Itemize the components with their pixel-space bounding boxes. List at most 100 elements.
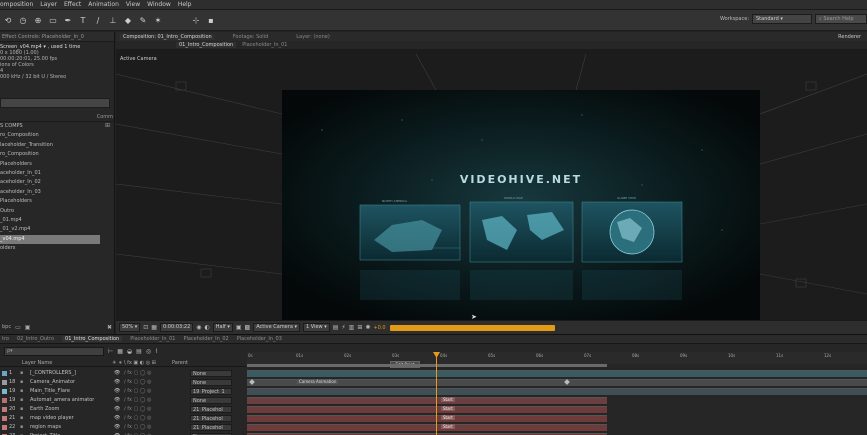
menu-composition[interactable]: omposition xyxy=(0,0,33,10)
start-marker[interactable]: Start xyxy=(441,397,455,402)
exposure-value[interactable]: +0.0 xyxy=(373,325,385,331)
renderer-label[interactable]: Renderer xyxy=(838,34,861,40)
layer-name[interactable]: Automat_amera animator xyxy=(30,396,112,405)
frame-blending-icon[interactable]: ▤ xyxy=(136,348,142,355)
label-color-swatch[interactable] xyxy=(2,398,7,403)
visibility-icon[interactable]: 👁 xyxy=(114,369,120,378)
parent-header[interactable]: Parent xyxy=(172,360,188,366)
layer-duration-bar[interactable] xyxy=(247,379,867,386)
fit-icon[interactable]: ⊡ xyxy=(143,324,148,331)
timeline-tab[interactable]: Placeholder_In_02 xyxy=(183,336,228,342)
snapshot-icon[interactable]: ◉ xyxy=(196,324,201,331)
layer-track[interactable]: Start xyxy=(247,396,867,405)
layer-row[interactable]: 18 ▪ Camera_Animator 👁 ∕ fx ▢ ◯ ◎ None xyxy=(0,378,246,387)
fast-preview-icon[interactable]: ⚡ xyxy=(341,324,345,331)
switches[interactable]: ∕ fx ▢ ◯ ◎ xyxy=(124,369,151,378)
toggle-pixel-icon[interactable]: ▤ xyxy=(333,324,339,331)
magnification-select[interactable]: 50% ▾ xyxy=(119,323,141,332)
parent-select[interactable]: 21_Placehol xyxy=(190,415,232,422)
exposure-icon[interactable]: ✺ xyxy=(365,324,370,331)
work-area-bar[interactable] xyxy=(247,364,607,367)
type-tool-icon[interactable]: T xyxy=(77,14,89,26)
visibility-icon[interactable]: 👁 xyxy=(114,387,120,396)
label-color-swatch[interactable] xyxy=(2,371,7,376)
menu-animation[interactable]: Animation xyxy=(88,0,119,10)
switches[interactable]: ∕ fx ▢ ◯ ◎ xyxy=(124,387,151,396)
layer-track[interactable]: Start xyxy=(247,405,867,414)
project-item[interactable]: olders xyxy=(0,244,100,253)
switches[interactable]: ∕ fx ▢ ◯ ◎ xyxy=(124,396,151,405)
timeline-tab[interactable]: 02_Intro_Outro xyxy=(17,336,54,342)
view-layout-select[interactable]: 1 View ▾ xyxy=(303,323,330,332)
graph-editor-icon[interactable]: ⌇ xyxy=(155,348,158,355)
roto-brush-icon[interactable]: ✎ xyxy=(137,14,149,26)
roi-icon[interactable]: ▣ xyxy=(236,324,242,331)
brush-tool-icon[interactable]: ∕ xyxy=(92,14,104,26)
project-item[interactable]: aceholder_In_03 xyxy=(0,188,100,197)
camera-animation-marker[interactable]: Camera Animation xyxy=(297,379,339,384)
layer-name[interactable]: region maps xyxy=(30,423,112,432)
composition-frame[interactable]: VIDEOHIVE.NET NORTH AMERICA WORLD MAP GL… xyxy=(282,90,760,320)
shy-icon[interactable]: ◒ xyxy=(127,348,132,355)
start-marker[interactable]: Start xyxy=(441,415,455,420)
comment-column[interactable]: Comm xyxy=(97,114,113,120)
layer-track[interactable]: Start xyxy=(247,423,867,432)
layer-row[interactable]: 20 ▪ Earth Zoom 👁 ∕ fx ▢ ◯ ◎ 21_Placehol xyxy=(0,405,246,414)
start-marker[interactable]: Start xyxy=(441,424,455,429)
project-item[interactable]: _01_v2.mp4 xyxy=(0,225,100,234)
label-color-swatch[interactable] xyxy=(2,389,7,394)
visibility-icon[interactable]: 👁 xyxy=(114,423,120,432)
new-comp-icon[interactable]: ▣ xyxy=(25,324,31,331)
pan-behind-icon[interactable]: ⊕ xyxy=(32,14,44,26)
show-channel-icon[interactable]: ◐ xyxy=(205,324,210,331)
menu-help[interactable]: Help xyxy=(178,0,192,10)
time-ruler[interactable]: 0s 01s 02s 03s 04s 05s 06s 07s 08s 09s 10s 11s 12s xyxy=(247,352,867,364)
layer-name[interactable]: Main_Title_Flare xyxy=(30,387,112,396)
bpc-label[interactable]: bpc xyxy=(2,324,11,330)
grid-icon[interactable]: ▦ xyxy=(151,324,157,331)
delete-icon[interactable]: ✖ xyxy=(107,324,115,331)
parent-select[interactable]: None xyxy=(190,370,232,377)
transparency-grid-icon[interactable]: ▩ xyxy=(245,324,251,331)
camera-orbit-icon[interactable]: ◷ xyxy=(17,14,29,26)
layer-row[interactable]: 19 ▪ Main_Title_Flare 👁 ∕ fx ▢ ◯ ◎ 19_Project… xyxy=(0,387,246,396)
visibility-icon[interactable]: 👁 xyxy=(114,414,120,423)
layer-name[interactable]: [_CONTROLLERS_] xyxy=(30,369,112,378)
parent-select[interactable]: 19_Project_1 xyxy=(190,388,232,395)
switches[interactable]: ∕ fx ▢ ◯ ◎ xyxy=(124,378,151,387)
project-item[interactable]: aceholder_In_02 xyxy=(0,178,100,187)
project-item[interactable]: Outro xyxy=(0,207,100,216)
breadcrumb-placeholder[interactable]: Placeholder_In_01 xyxy=(242,42,287,48)
timeline-tab-active[interactable]: 01_Intro_Composition xyxy=(62,336,123,342)
menu-layer[interactable]: Layer xyxy=(40,0,57,10)
switches-header[interactable]: ☀ ∗ \ fx ▣ ◐ ◎ ⊞ xyxy=(112,360,172,366)
layer-row[interactable]: 1 ▪ [_CONTROLLERS_] 👁 ∕ fx ▢ ◯ ◎ None xyxy=(0,369,246,378)
layer-name-header[interactable]: Layer Name xyxy=(22,360,112,366)
layer-row[interactable]: 21 ▪ map video player 👁 ∕ fx ▢ ◯ ◎ 21_Placeho… xyxy=(0,414,246,423)
project-item[interactable]: S COMPS xyxy=(0,122,100,131)
layer-duration-bar[interactable] xyxy=(247,370,867,377)
breadcrumb-comp[interactable]: 01_Intro_Composition xyxy=(176,42,237,48)
project-item[interactable]: laceholder_Transition xyxy=(0,141,100,150)
menu-view[interactable]: View xyxy=(126,0,140,10)
clone-stamp-icon[interactable]: ⊥ xyxy=(107,14,119,26)
tab-composition[interactable]: Composition: 01_Intro_Composition xyxy=(120,33,215,40)
parent-select[interactable]: 21_Placehol xyxy=(190,424,232,431)
layer-track[interactable] xyxy=(247,369,867,378)
visibility-icon[interactable]: 👁 xyxy=(114,396,120,405)
timeline-tab[interactable]: tro xyxy=(2,336,9,342)
snapping-icon[interactable]: ▪ xyxy=(205,14,217,26)
label-color-swatch[interactable] xyxy=(2,380,7,385)
label-color-swatch[interactable] xyxy=(2,425,7,430)
project-item[interactable]: Placeholders xyxy=(0,197,100,206)
project-item[interactable]: _01.mp4 xyxy=(0,216,100,225)
layer-search-input[interactable]: ρ▾ xyxy=(4,347,104,356)
eraser-tool-icon[interactable]: ◆ xyxy=(122,14,134,26)
switches[interactable]: ∕ fx ▢ ◯ ◎ xyxy=(124,423,151,432)
layer-name[interactable]: map video player xyxy=(30,414,112,423)
current-time-indicator[interactable] xyxy=(436,352,437,435)
timeline-tab[interactable]: Placeholder_In_03 xyxy=(237,336,282,342)
project-item[interactable]: Placeholders xyxy=(0,160,100,169)
parent-select[interactable]: 21_Placehol xyxy=(190,406,232,413)
camera-view-select[interactable]: Active Camera ▾ xyxy=(253,323,300,332)
